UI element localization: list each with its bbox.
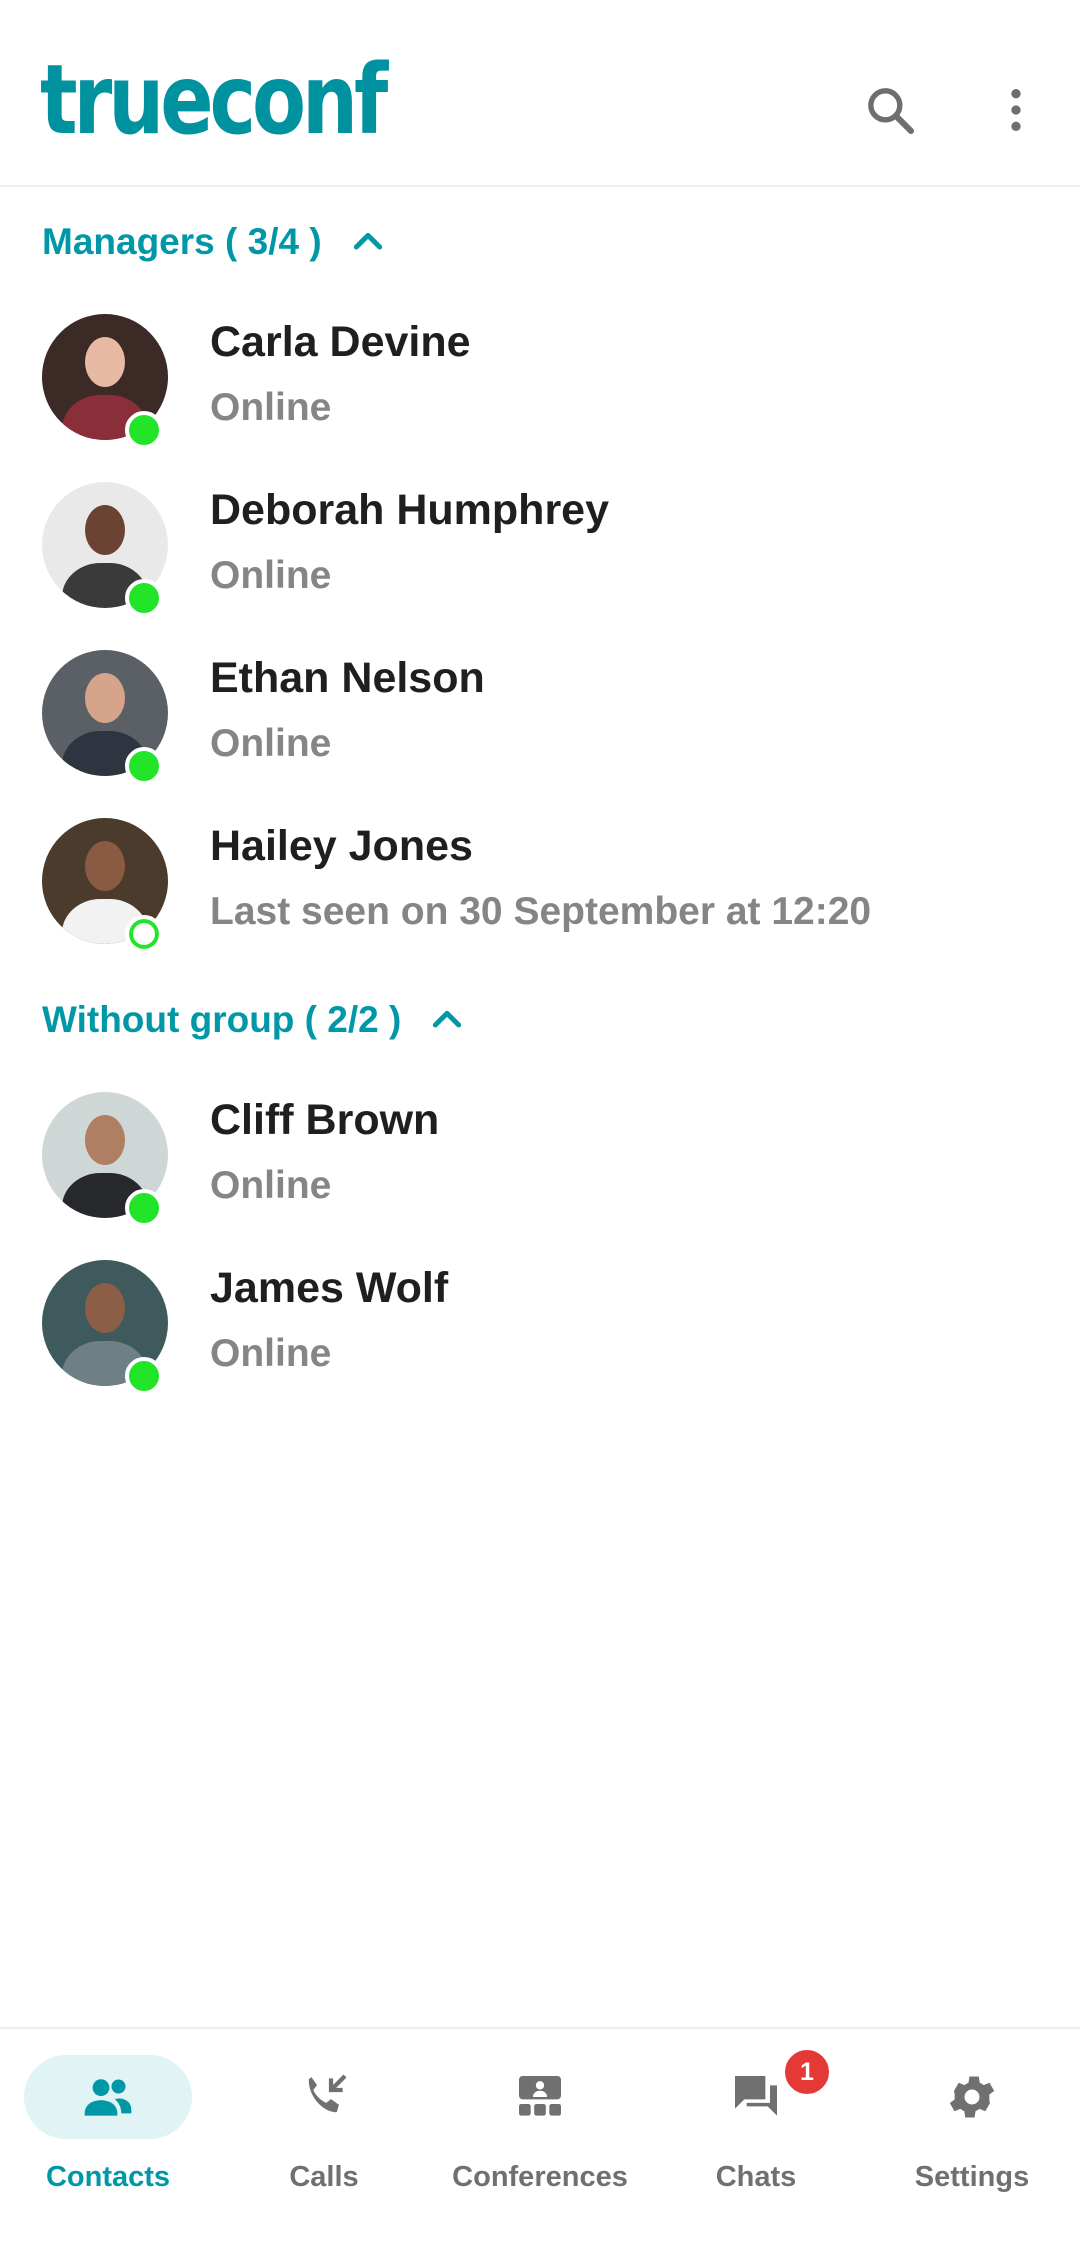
contact-status: Online bbox=[210, 386, 332, 429]
nav-label: Conferences bbox=[452, 2161, 628, 2193]
nav-item-settings[interactable]: Settings bbox=[864, 2029, 1080, 2259]
trueconf-logo: trueconf bbox=[40, 44, 388, 156]
contact-status: Online bbox=[210, 1332, 332, 1375]
nav-item-contacts[interactable]: Contacts bbox=[0, 2029, 216, 2259]
chevron-up-icon bbox=[427, 1000, 467, 1040]
online-status-indicator bbox=[125, 411, 163, 449]
search-icon bbox=[862, 82, 918, 138]
online-status-indicator bbox=[125, 579, 163, 617]
nav-item-chats[interactable]: 1 Chats bbox=[648, 2029, 864, 2259]
contact-status: Online bbox=[210, 1164, 332, 1207]
group-header-without-group[interactable]: Without group ( 2/2 ) bbox=[42, 990, 467, 1050]
nav-item-conferences[interactable]: Conferences bbox=[432, 2029, 648, 2259]
nav-label: Settings bbox=[914, 2161, 1030, 2193]
gear-icon bbox=[944, 2069, 1000, 2125]
online-status-indicator bbox=[125, 1357, 163, 1395]
contact-row[interactable]: James Wolf Online bbox=[0, 1242, 1080, 1410]
contact-name: Carla Devine bbox=[210, 318, 471, 366]
nav-label: Calls bbox=[289, 2161, 359, 2193]
contact-row[interactable]: Hailey Jones Last seen on 30 September a… bbox=[0, 800, 1080, 968]
contact-row[interactable]: Deborah Humphrey Online bbox=[0, 464, 1080, 632]
group-label: Without group ( 2/2 ) bbox=[42, 999, 402, 1040]
online-status-indicator bbox=[125, 747, 163, 785]
contacts-icon bbox=[80, 2069, 136, 2125]
contact-status: Online bbox=[210, 554, 332, 597]
contact-name: James Wolf bbox=[210, 1264, 449, 1312]
contact-name: Hailey Jones bbox=[210, 822, 473, 870]
more-vert-icon bbox=[988, 82, 1044, 138]
chevron-up-icon bbox=[348, 222, 388, 262]
conferences-icon bbox=[512, 2069, 568, 2125]
bottom-navigation: Contacts Calls Conferences 1 Chats Setti… bbox=[0, 2027, 1080, 2257]
unread-badge: 1 bbox=[782, 2047, 832, 2097]
contact-row[interactable]: Carla Devine Online bbox=[0, 296, 1080, 464]
contact-status: Last seen on 30 September at 12:20 bbox=[210, 890, 872, 933]
contact-name: Deborah Humphrey bbox=[210, 486, 610, 534]
contact-row[interactable]: Ethan Nelson Online bbox=[0, 632, 1080, 800]
online-status-indicator bbox=[125, 1189, 163, 1227]
phone-calls-icon bbox=[296, 2069, 352, 2125]
group-header-managers[interactable]: Managers ( 3/4 ) bbox=[42, 212, 388, 272]
search-button[interactable] bbox=[858, 78, 922, 142]
contact-name: Cliff Brown bbox=[210, 1096, 440, 1144]
group-label: Managers ( 3/4 ) bbox=[42, 221, 322, 262]
chat-icon bbox=[728, 2069, 784, 2125]
overflow-menu-button[interactable] bbox=[984, 78, 1048, 142]
nav-label: Contacts bbox=[45, 2161, 171, 2193]
contact-status: Online bbox=[210, 722, 332, 765]
nav-item-calls[interactable]: Calls bbox=[216, 2029, 432, 2259]
contact-row[interactable]: Cliff Brown Online bbox=[0, 1074, 1080, 1242]
nav-label: Chats bbox=[715, 2161, 797, 2193]
app-header: trueconf bbox=[0, 0, 1080, 187]
away-status-indicator bbox=[125, 915, 163, 953]
contact-name: Ethan Nelson bbox=[210, 654, 485, 702]
